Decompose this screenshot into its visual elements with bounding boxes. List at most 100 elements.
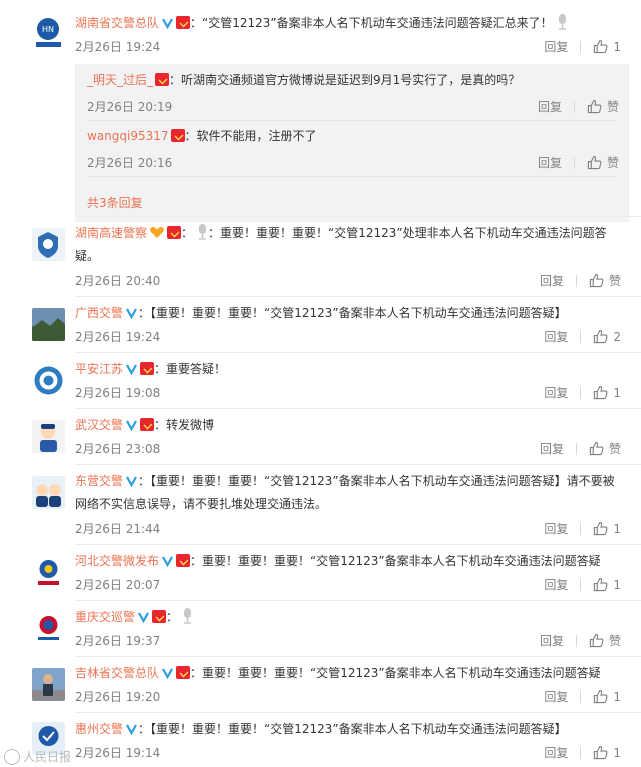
reply-button[interactable]: 回复 <box>540 272 564 289</box>
reply-button[interactable]: 回复 <box>540 440 564 457</box>
reply-button[interactable]: 回复 <box>544 328 568 345</box>
divider <box>580 330 582 343</box>
thumbs-up-icon[interactable] <box>587 99 602 114</box>
thumbs-up-icon[interactable] <box>593 385 608 400</box>
flag-badge-icon <box>176 16 191 29</box>
like-count[interactable]: 赞 <box>609 440 621 457</box>
username[interactable]: 广西交警 <box>75 306 123 320</box>
divider <box>87 120 617 121</box>
username[interactable]: wangqi95317 <box>87 129 169 143</box>
like-count[interactable]: 赞 <box>607 98 619 115</box>
username[interactable]: 湖南高速警察 <box>75 226 147 240</box>
reply-button[interactable]: 回复 <box>544 38 568 55</box>
comment-actions: 回复 1 <box>544 688 621 705</box>
comment-body: 广西交警 ：【重要！重要！重要！“交管12123”备案非本人名下机动车交通违法问题… <box>75 302 623 325</box>
watermark-text: 人民日报 <box>23 750 72 764</box>
sub-reply: _明天_过后_ ：听湖南交通频道官方微博说是延迟到9月1号实行了，是真的吗？ 2月… <box>87 70 629 114</box>
reply-thread: _明天_过后_ ：听湖南交通频道官方微博说是延迟到9月1号实行了，是真的吗？ 2月… <box>75 64 629 222</box>
sub-reply-text: ：听湖南交通频道官方微博说是延迟到9月1号实行了，是真的吗？ <box>169 73 521 87</box>
divider <box>75 296 641 297</box>
watermark: 人民日报 <box>4 748 71 765</box>
username[interactable]: 湖南省交警总队 <box>75 16 159 30</box>
thumbs-up-icon[interactable] <box>593 521 608 536</box>
username[interactable]: 河北交警微发布 <box>75 554 159 568</box>
avatar[interactable] <box>32 228 65 261</box>
comment-body: 东营交警 ：【重要！重要！重要！“交管12123”备案非本人名下机动车交通违法问题… <box>75 470 623 516</box>
comment-text: ：转发微博 <box>154 418 215 432</box>
comment-body: 武汉交警 ：转发微博 <box>75 414 623 437</box>
divider <box>75 216 641 217</box>
divider <box>575 442 577 455</box>
reply-button[interactable]: 回复 <box>540 632 564 649</box>
timestamp: 2月26日 19:24 <box>75 40 161 54</box>
divider <box>575 274 577 287</box>
avatar[interactable] <box>32 308 65 341</box>
divider <box>575 634 577 647</box>
avatar[interactable]: HN <box>32 16 65 49</box>
comment-body: 河北交警微发布 ：重要！重要！重要！“交管12123”备案非本人名下机动车交通违法… <box>75 550 623 573</box>
comment-body: 平安江苏 ：重要答疑！ <box>75 358 623 381</box>
timestamp: 2月26日 19:20 <box>75 690 161 704</box>
thumbs-up-icon[interactable] <box>593 689 608 704</box>
thumbs-up-icon[interactable] <box>593 745 608 760</box>
thumbs-up-icon[interactable] <box>589 273 604 288</box>
reply-button[interactable]: 回复 <box>544 384 568 401</box>
avatar[interactable] <box>32 364 65 397</box>
comment-text: ：【重要！重要！重要！“交管12123”备案非本人名下机动车交通违法问题答疑】 <box>138 306 567 320</box>
avatar[interactable] <box>32 420 65 453</box>
thumbs-up-icon[interactable] <box>587 155 602 170</box>
thumbs-up-icon[interactable] <box>589 633 604 648</box>
avatar[interactable] <box>32 556 65 589</box>
sub-reply-body: wangqi95317 ：软件不能用，注册不了 <box>87 126 629 146</box>
comment-actions: 回复 1 <box>544 384 621 401</box>
thumbs-up-icon[interactable] <box>589 441 604 456</box>
timestamp: 2月26日 20:19 <box>87 100 173 114</box>
comment-actions: 回复 赞 <box>540 632 621 649</box>
reply-button[interactable]: 回复 <box>544 520 568 537</box>
svg-text:HN: HN <box>42 25 54 34</box>
avatar[interactable] <box>32 668 65 701</box>
username[interactable]: 平安江苏 <box>75 362 123 376</box>
like-count[interactable]: 1 <box>613 522 621 536</box>
flag-badge-icon <box>140 418 155 431</box>
like-count[interactable]: 1 <box>613 40 621 54</box>
like-count[interactable]: 1 <box>613 578 621 592</box>
comment-text: ：重要！重要！重要！“交管12123”备案非本人名下机动车交通违法问题答疑 <box>190 554 601 568</box>
comment-actions: 回复 1 <box>544 38 621 55</box>
divider <box>580 522 582 535</box>
sub-reply-actions: 回复 赞 <box>538 98 619 115</box>
like-count[interactable]: 1 <box>613 690 621 704</box>
username[interactable]: 重庆交巡警 <box>75 610 135 624</box>
username[interactable]: 吉林省交警总队 <box>75 666 159 680</box>
comment-text: ：【重要！重要！重要！“交管12123”备案非本人名下机动车交通违法问题答疑】请… <box>75 474 615 511</box>
reply-button[interactable]: 回复 <box>538 154 562 171</box>
username[interactable]: _明天_过后_ <box>87 73 153 87</box>
thumbs-up-icon[interactable] <box>593 577 608 592</box>
username[interactable]: 惠州交警 <box>75 722 123 736</box>
verified-icon <box>125 474 139 487</box>
thumbs-up-icon[interactable] <box>593 39 608 54</box>
divider <box>580 746 582 759</box>
thumbs-up-icon[interactable] <box>593 329 608 344</box>
more-replies-link[interactable]: 共3条回复 <box>87 194 143 211</box>
reply-button[interactable]: 回复 <box>544 744 568 761</box>
avatar[interactable] <box>32 476 65 509</box>
verified-icon <box>125 306 139 319</box>
like-count[interactable]: 赞 <box>609 272 621 289</box>
reply-button[interactable]: 回复 <box>544 688 568 705</box>
verified-icon <box>125 418 139 431</box>
like-count[interactable]: 1 <box>613 746 621 760</box>
flag-badge-icon <box>155 73 170 86</box>
divider <box>573 100 575 113</box>
like-count[interactable]: 2 <box>613 330 621 344</box>
avatar[interactable] <box>32 612 65 645</box>
like-count[interactable]: 1 <box>613 386 621 400</box>
username[interactable]: 武汉交警 <box>75 418 123 432</box>
reply-button[interactable]: 回复 <box>544 576 568 593</box>
like-count[interactable]: 赞 <box>609 632 621 649</box>
like-count[interactable]: 赞 <box>607 154 619 171</box>
reply-button[interactable]: 回复 <box>538 98 562 115</box>
username[interactable]: 东营交警 <box>75 474 123 488</box>
divider <box>580 690 582 703</box>
microphone-icon <box>184 608 192 624</box>
